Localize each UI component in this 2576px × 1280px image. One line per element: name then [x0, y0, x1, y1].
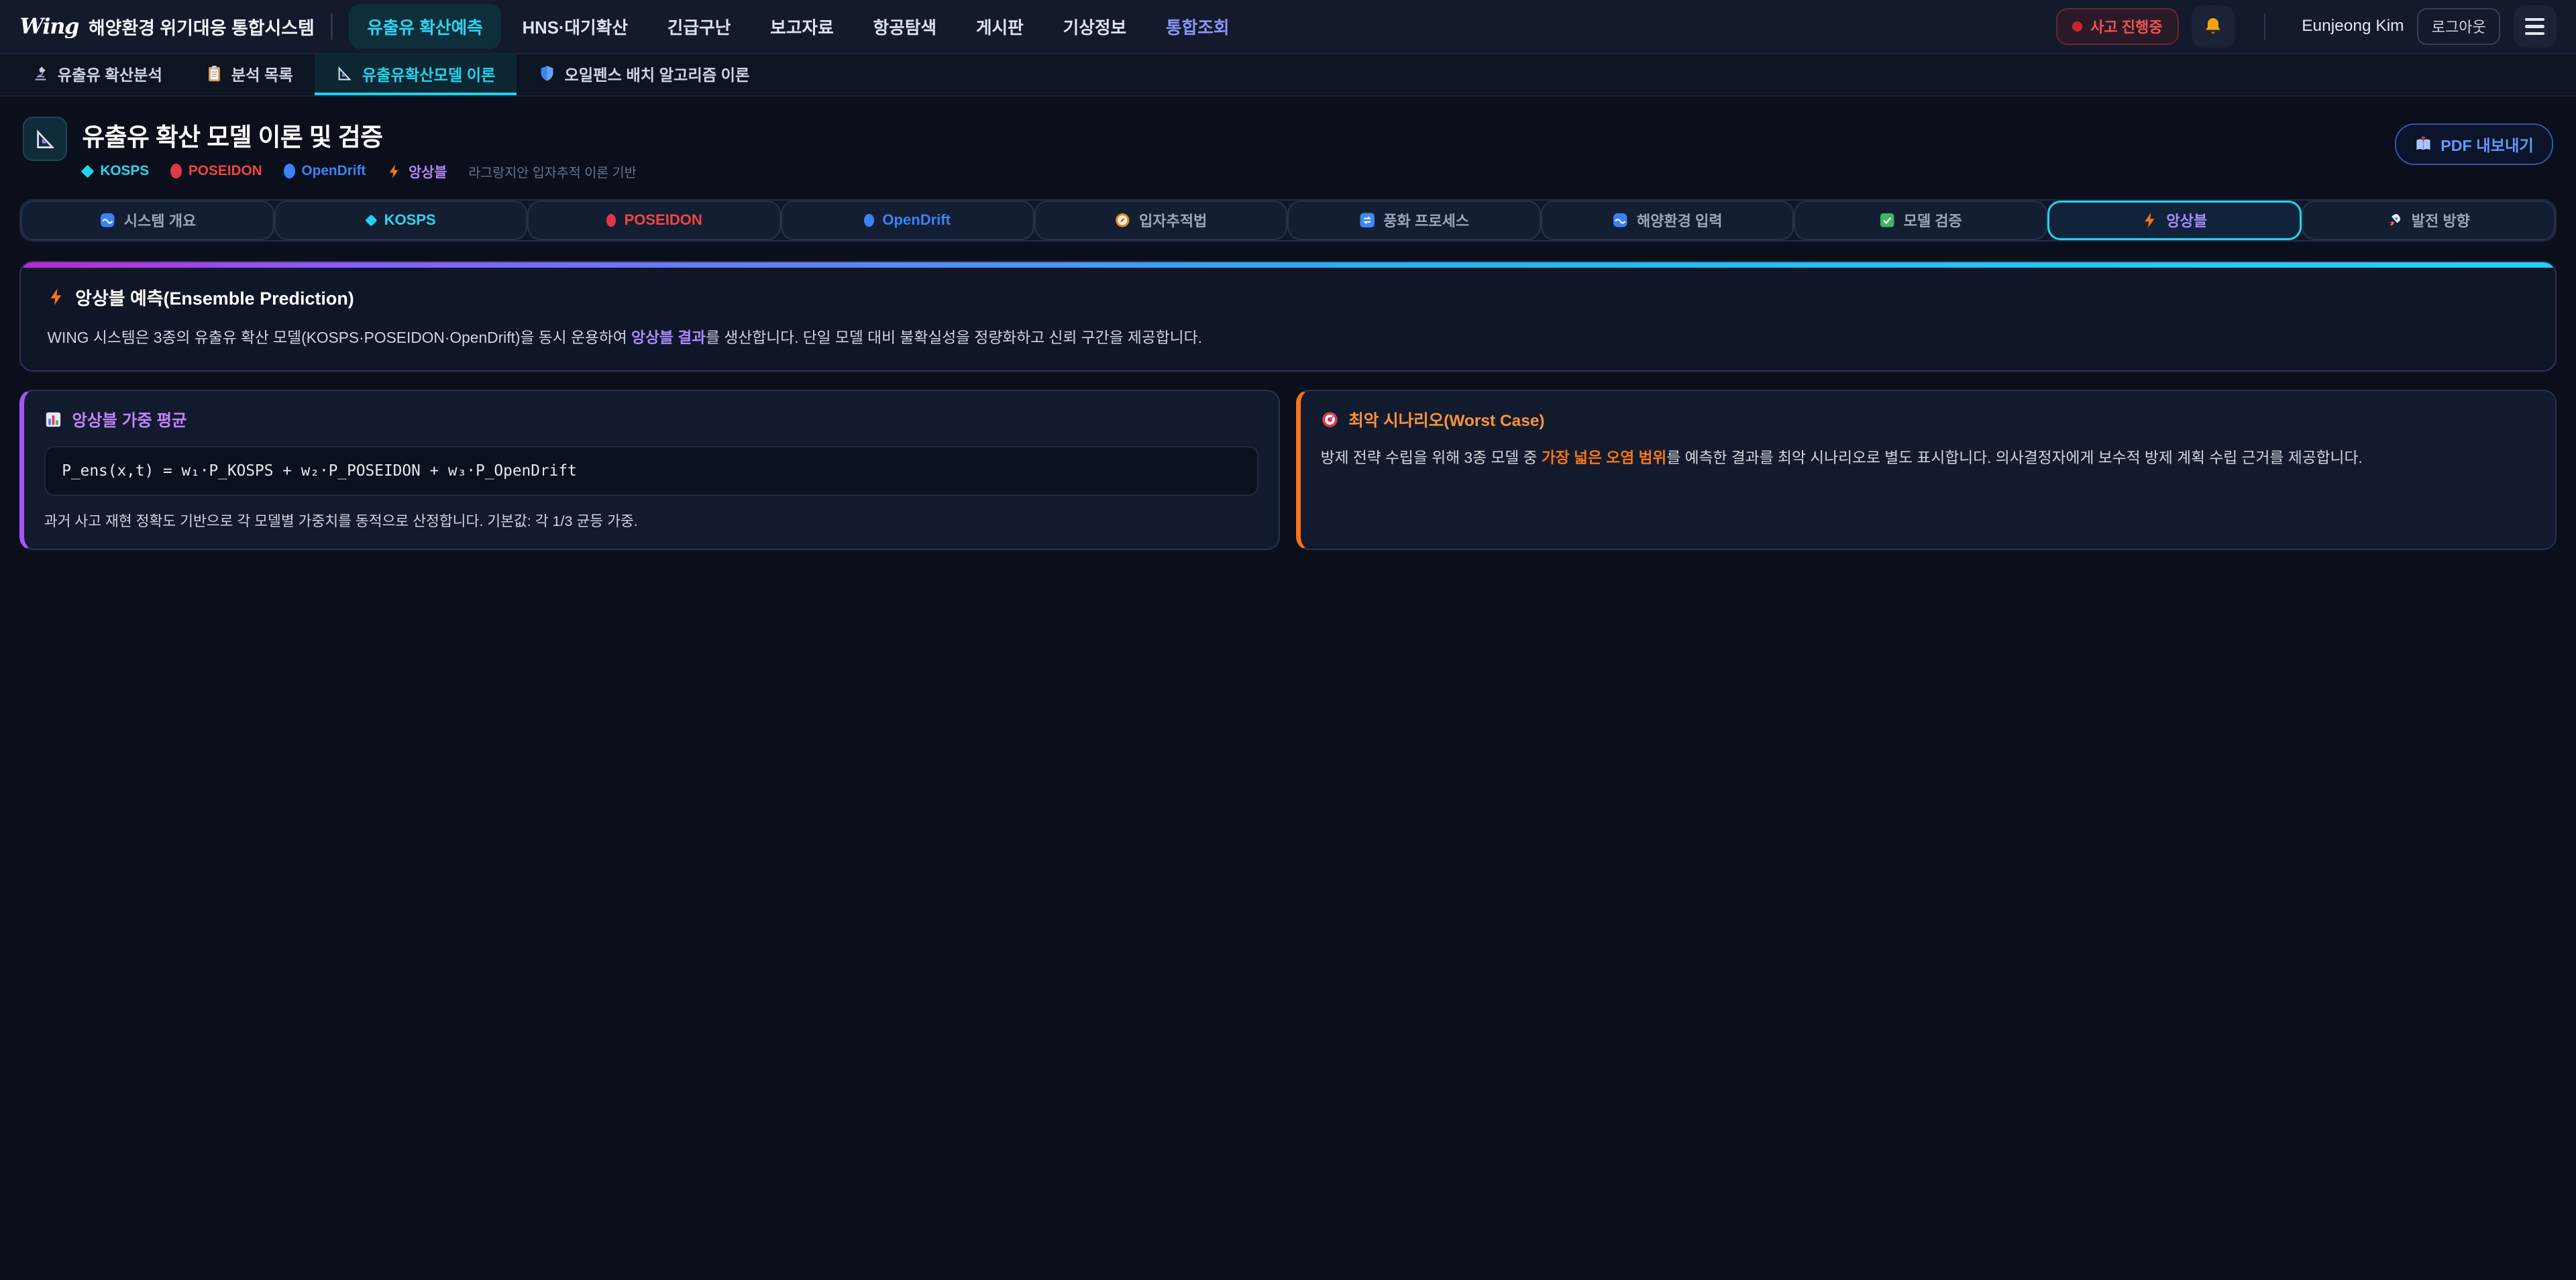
badge-ensemble: 앙상블 [387, 161, 447, 181]
red-ellipse-icon [606, 214, 616, 227]
logout-button[interactable]: 로그아웃 [2417, 8, 2500, 46]
worst-case-title-row: 최악 시나리오(Worst Case) [1321, 408, 2536, 431]
section-opendrift[interactable]: OpenDrift [781, 201, 1034, 240]
wing-logo: Wing [19, 13, 78, 39]
tab-bar: 유출유 확산분석 분석 목록 유출유확산모델 이론 오일펜스 배치 알고리즘 이… [0, 54, 2576, 97]
microscope-icon [32, 64, 50, 83]
menu-item-reports[interactable]: 보고자료 [752, 4, 851, 48]
highlight-widest-range: 가장 넓은 오염 범위 [1542, 449, 1667, 466]
clipboard-icon [205, 64, 223, 83]
section-ensemble[interactable]: 앙상블 [2047, 201, 2302, 240]
page-header-text: 유출유 확산 모델 이론 및 검증 KOSPS POSEIDON OpenDri… [82, 117, 2395, 181]
worst-case-title: 최악 시나리오(Worst Case) [1348, 408, 1544, 431]
model-badge-row: KOSPS POSEIDON OpenDrift 앙상블 라그랑지안 입자추적 … [82, 161, 2395, 181]
weighted-average-title-row: 앙상블 가중 평균 [44, 408, 1259, 431]
divider [2264, 13, 2265, 40]
ensemble-panel-title-row: 앙상블 예측(Ensemble Prediction) [48, 284, 2529, 310]
ensemble-formula: P_ens(x,t) = w₁·P_KOSPS + w₂·P_POSEIDON … [44, 446, 1259, 496]
menu-item-integrated-search[interactable]: 통합조회 [1148, 4, 1247, 48]
section-model-validation[interactable]: 모델 검증 [1794, 201, 2047, 240]
blue-ellipse-icon [864, 214, 874, 227]
menu-item-hns-atmospheric[interactable]: HNS·대기확산 [504, 4, 646, 48]
divider [331, 13, 332, 40]
lightning-icon [387, 162, 402, 180]
wave-icon [1612, 212, 1628, 228]
book-export-icon [2414, 135, 2432, 153]
compass-icon [1114, 212, 1130, 228]
blue-ellipse-icon [284, 164, 295, 178]
app-root: Wing 해양환경 위기대응 통합시스템 유출유 확산예측 HNS·대기확산 긴… [0, 0, 2576, 1280]
wave-icon [99, 212, 115, 228]
rocket-icon [2387, 212, 2403, 228]
check-icon [1879, 212, 1895, 228]
diamond-icon [81, 164, 95, 178]
menu-item-emergency-rescue[interactable]: 긴급구난 [649, 4, 749, 48]
menu-item-oil-spill-prediction[interactable]: 유출유 확산예측 [349, 4, 501, 48]
red-ellipse-icon [170, 164, 182, 178]
badge-poseidon: POSEIDON [170, 163, 262, 179]
section-poseidon[interactable]: POSEIDON [527, 201, 781, 240]
hamburger-icon [2525, 18, 2544, 35]
user-name: Eunjeong Kim [2302, 17, 2404, 36]
app-title: 해양환경 위기대응 통합시스템 [89, 13, 315, 40]
ensemble-prediction-panel: 앙상블 예측(Ensemble Prediction) WING 시스템은 3종… [19, 261, 2556, 372]
weighted-average-title: 앙상블 가중 평균 [72, 408, 186, 431]
menu-item-board[interactable]: 게시판 [958, 4, 1042, 48]
bar-chart-icon [44, 411, 62, 429]
section-system-overview[interactable]: 시스템 개요 [21, 201, 274, 240]
section-kosps[interactable]: KOSPS [274, 201, 528, 240]
tab-spill-analysis[interactable]: 유출유 확산분석 [10, 54, 184, 96]
brand[interactable]: Wing 해양환경 위기대응 통합시스템 [19, 13, 314, 40]
page-icon-tile [23, 117, 67, 161]
shield-icon [538, 64, 556, 83]
weighted-average-note: 과거 사고 재현 정확도 기반으로 각 모델별 가중치를 동적으로 산정합니다.… [44, 511, 1259, 532]
topbar-right: 사고 진행중 Eunjeong Kim 로그아웃 [2056, 5, 2556, 48]
section-marine-environment-input[interactable]: 해양환경 입력 [1541, 201, 1794, 240]
set-square-icon [33, 127, 58, 152]
target-icon [1321, 411, 1339, 429]
ensemble-panel-title: 앙상블 예측(Ensemble Prediction) [75, 284, 354, 310]
set-square-icon [335, 64, 354, 83]
section-particle-tracking[interactable]: 입자추적법 [1034, 201, 1288, 240]
diamond-icon [365, 215, 377, 227]
weighted-average-card: 앙상블 가중 평균 P_ens(x,t) = w₁·P_KOSPS + w₂·P… [19, 390, 1279, 549]
incident-status-badge: 사고 진행중 [2056, 8, 2178, 46]
repeat-icon [1359, 212, 1375, 228]
tab-analysis-list[interactable]: 분석 목록 [184, 54, 315, 96]
badge-opendrift: OpenDrift [284, 163, 366, 179]
page-header: 유출유 확산 모델 이론 및 검증 KOSPS POSEIDON OpenDri… [0, 97, 2576, 196]
worst-case-description: 방제 전략 수립을 위해 3종 모델 중 가장 넓은 오염 범위를 예측한 결과… [1321, 446, 2536, 470]
ensemble-panel-description: WING 시스템은 3종의 유출유 확산 모델(KOSPS·POSEIDON·O… [48, 326, 2529, 349]
page-title: 유출유 확산 모델 이론 및 검증 [82, 117, 2395, 153]
bell-icon [2202, 15, 2224, 37]
tab-diffusion-model-theory[interactable]: 유출유확산모델 이론 [315, 54, 517, 96]
pdf-export-button[interactable]: PDF 내보내기 [2395, 123, 2553, 165]
section-future-direction[interactable]: 발전 방향 [2302, 201, 2555, 240]
lightning-icon [48, 288, 66, 306]
red-dot-icon [2072, 21, 2082, 32]
top-navigation-bar: Wing 해양환경 위기대응 통합시스템 유출유 확산예측 HNS·대기확산 긴… [0, 0, 2576, 54]
worst-case-card: 최악 시나리오(Worst Case) 방제 전략 수립을 위해 3종 모델 중… [1296, 390, 2556, 549]
tab-oil-fence-algorithm-theory[interactable]: 오일펜스 배치 알고리즘 이론 [517, 54, 771, 96]
notification-button[interactable] [2192, 5, 2235, 48]
section-weathering-process[interactable]: 풍화 프로세스 [1287, 201, 1541, 240]
highlight-ensemble-result: 앙상블 결과 [631, 329, 706, 346]
menu-toggle-button[interactable] [2514, 5, 2557, 48]
badge-note: 라그랑지안 입자추적 이론 기반 [468, 162, 636, 181]
menu-item-weather-info[interactable]: 기상정보 [1045, 4, 1144, 48]
cards-row: 앙상블 가중 평균 P_ens(x,t) = w₁·P_KOSPS + w₂·P… [19, 390, 2556, 549]
section-nav: 시스템 개요 KOSPS POSEIDON OpenDrift 입자추적법 풍화… [19, 199, 2556, 242]
menu-item-aerial-search[interactable]: 항공탐색 [855, 4, 955, 48]
badge-kosps: KOSPS [82, 163, 149, 179]
lightning-icon [2142, 212, 2158, 228]
main-menu: 유출유 확산예측 HNS·대기확산 긴급구난 보고자료 항공탐색 게시판 기상정… [349, 4, 2056, 48]
